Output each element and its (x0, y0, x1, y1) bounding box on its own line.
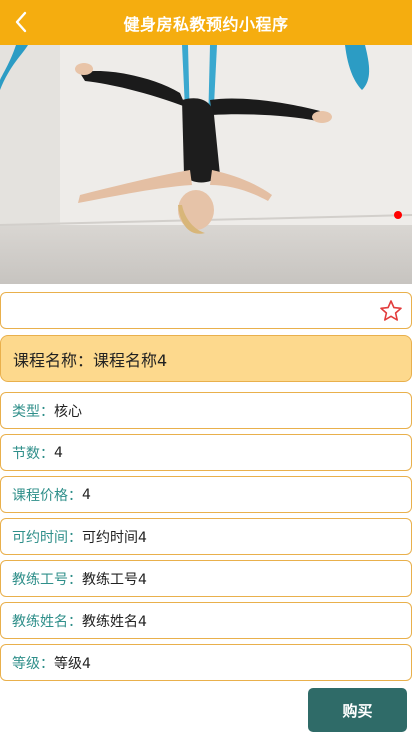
chevron-left-icon (15, 11, 27, 33)
detail-label: 教练工号： (12, 571, 82, 588)
detail-value: 等级4 (54, 655, 91, 672)
detail-label: 教练姓名： (12, 613, 82, 630)
favorite-button[interactable] (379, 299, 403, 323)
course-name-label: 课程名称： (13, 350, 94, 370)
detail-value: 教练姓名4 (82, 613, 147, 630)
detail-row-price: 课程价格： 4 (0, 476, 412, 513)
detail-label: 类型： (12, 403, 54, 420)
detail-value: 4 (82, 486, 91, 503)
page-title: 健身房私教预约小程序 (123, 14, 289, 34)
detail-row-sessions: 节数： 4 (0, 434, 412, 471)
star-outline-icon (380, 300, 402, 321)
detail-row-coach-name: 教练姓名： 教练姓名4 (0, 602, 412, 639)
detail-row-type: 类型： 核心 (0, 392, 412, 429)
detail-row-level: 等级： 等级4 (0, 644, 412, 681)
course-name-value: 课程名称4 (93, 350, 168, 370)
top-bar: 健身房私教预约小程序 (0, 0, 412, 45)
carousel-indicator[interactable] (394, 211, 402, 219)
detail-row-coach-id: 教练工号： 教练工号4 (0, 560, 412, 597)
detail-row-available-time: 可约时间： 可约时间4 (0, 518, 412, 555)
detail-label: 等级： (12, 655, 54, 672)
detail-value: 教练工号4 (82, 571, 147, 588)
detail-value: 核心 (54, 403, 82, 420)
buy-button[interactable]: 购买 (308, 688, 407, 732)
detail-label: 课程价格： (12, 487, 82, 504)
detail-value: 可约时间4 (82, 529, 147, 546)
detail-label: 可约时间： (12, 529, 82, 546)
detail-label: 节数： (12, 445, 54, 462)
detail-value: 4 (54, 444, 63, 461)
back-button[interactable] (6, 6, 36, 38)
course-name-bar: 课程名称： 课程名称4 (0, 335, 412, 382)
favorite-bar (0, 292, 412, 329)
aerial-yoga-photo (0, 45, 412, 284)
course-image-carousel[interactable] (0, 45, 412, 284)
